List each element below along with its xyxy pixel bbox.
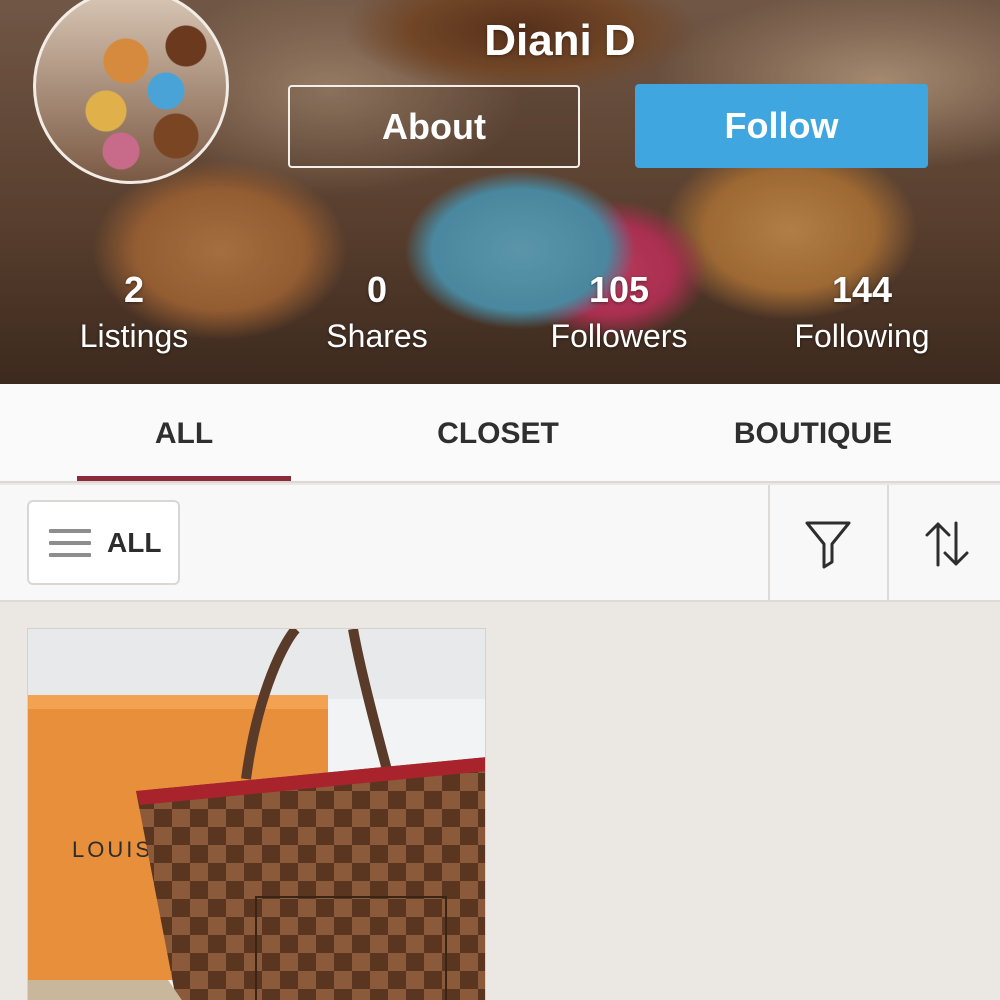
filter-bar: ALL [0, 485, 1000, 602]
menu-icon [49, 528, 91, 557]
username: Diani D [484, 16, 636, 65]
active-tab-indicator [77, 476, 291, 481]
sort-button[interactable] [887, 485, 1000, 602]
stat-shares[interactable]: 0 Shares [277, 268, 477, 360]
stat-value: 144 [831, 269, 893, 310]
filter-icon [805, 521, 851, 568]
category-dropdown[interactable]: ALL [27, 500, 180, 585]
stat-label: Following [794, 318, 930, 354]
tab-boutique[interactable]: BOUTIQUE [705, 384, 921, 483]
stat-value: 0 [366, 269, 388, 310]
stat-followers[interactable]: 105 Followers [519, 268, 719, 360]
stat-label: Shares [326, 318, 428, 354]
stat-value: 105 [588, 269, 650, 310]
about-button[interactable]: About [288, 85, 580, 168]
listing-card[interactable]: LOUIS [27, 628, 486, 1000]
follow-button[interactable]: Follow [635, 84, 928, 168]
sort-icon [925, 521, 969, 566]
stat-label: Listings [79, 318, 189, 354]
listing-image: LOUIS [28, 629, 485, 1000]
stat-value: 2 [123, 269, 145, 310]
filter-button[interactable] [768, 485, 886, 602]
tab-closet[interactable]: CLOSET [390, 384, 606, 483]
category-dropdown-label: ALL [107, 526, 162, 558]
stat-following[interactable]: 144 Following [762, 268, 962, 360]
stat-listings[interactable]: 2 Listings [34, 268, 234, 360]
closet-tabs: ALL CLOSET BOUTIQUE [0, 384, 1000, 483]
tab-all[interactable]: ALL [77, 384, 291, 483]
stat-label: Followers [550, 318, 688, 354]
box-brand-text: LOUIS [72, 837, 153, 862]
profile-cover: Diani D About Follow 2 Listings 0 Shares… [0, 0, 1000, 384]
